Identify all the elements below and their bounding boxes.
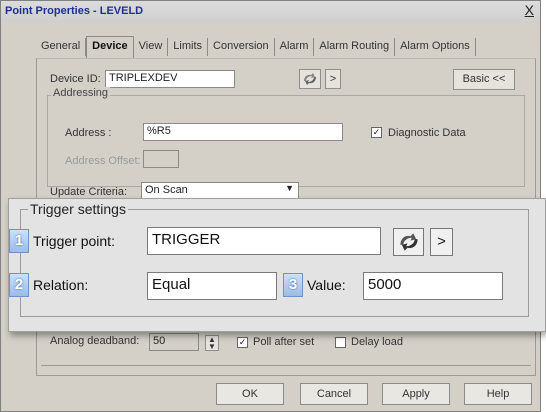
spinner-icon[interactable]: ▲ ▼ (205, 335, 219, 351)
help-button[interactable]: Help (464, 383, 532, 405)
window-title: Point Properties - LEVELD (5, 5, 144, 17)
tab-alarm-routing[interactable]: Alarm Routing (314, 38, 396, 56)
device-id-field[interactable]: TRIPLEXDEV (105, 70, 235, 88)
step-badge-1: 1 (9, 229, 29, 253)
delay-load-label: Delay load (351, 336, 403, 348)
tab-strip: General Device View Limits Conversion Al… (36, 36, 476, 58)
trigger-point-browse-button[interactable]: > (430, 228, 453, 256)
value-label: Value: (307, 277, 346, 293)
tab-alarm-options[interactable]: Alarm Options (395, 38, 476, 56)
ok-button[interactable]: OK (216, 383, 284, 405)
divider (41, 365, 531, 366)
update-criteria-value: On Scan (145, 184, 188, 196)
address-offset-label: Address Offset: (65, 155, 141, 167)
poll-after-set-checkbox[interactable]: ✓ (237, 337, 248, 348)
relation-select[interactable]: Equal (147, 272, 277, 300)
apply-button[interactable]: Apply (382, 383, 450, 405)
poll-after-set-label: Poll after set (253, 336, 315, 348)
diagnostic-data-checkbox[interactable]: ✓ (371, 127, 382, 138)
trigger-settings-title: Trigger settings (28, 201, 128, 217)
relation-value: Equal (152, 276, 191, 293)
basic-toggle-button[interactable]: Basic << (453, 69, 515, 90)
address-offset-field[interactable] (143, 150, 179, 168)
tag-browser-icon[interactable] (393, 228, 424, 256)
addressing-group-title: Addressing (51, 87, 111, 99)
tag-browser-icon[interactable] (299, 69, 321, 89)
step-badge-3: 3 (283, 273, 303, 297)
tab-general[interactable]: General (36, 38, 87, 56)
delay-load-checkbox[interactable] (335, 337, 346, 348)
device-browse-button[interactable]: > (325, 69, 341, 89)
analog-deadband-field[interactable]: 50 (149, 333, 199, 351)
checkmark-icon: ✓ (372, 127, 381, 137)
trigger-settings-callout: Trigger settings 1 Trigger point: TRIGGE… (8, 198, 546, 332)
update-criteria-label: Update Criteria: (50, 186, 128, 198)
device-id-label: Device ID: (50, 73, 101, 85)
relation-label: Relation: (33, 277, 89, 293)
checkmark-icon: ✓ (238, 337, 247, 347)
addressing-group (47, 95, 525, 187)
value-field[interactable]: 5000 (363, 272, 503, 300)
close-icon[interactable]: X (525, 2, 534, 18)
tab-conversion[interactable]: Conversion (208, 38, 275, 56)
tab-limits[interactable]: Limits (168, 38, 209, 56)
diagnostic-data-label: Diagnostic Data (388, 127, 466, 139)
trigger-point-field[interactable]: TRIGGER (147, 227, 381, 255)
title-bar: Point Properties - LEVELD X (1, 1, 540, 22)
step-badge-2: 2 (9, 273, 29, 297)
address-field[interactable]: %R5 (143, 123, 343, 141)
cancel-button[interactable]: Cancel (300, 383, 368, 405)
tab-device[interactable]: Device (86, 36, 134, 58)
analog-deadband-label: Analog deadband: (50, 335, 140, 347)
tab-alarm[interactable]: Alarm (275, 38, 315, 56)
trigger-settings-group (20, 209, 529, 317)
address-label: Address : (65, 127, 112, 139)
chevron-down-icon: ▼ (285, 183, 294, 193)
tab-view[interactable]: View (134, 38, 169, 56)
trigger-point-label: Trigger point: (33, 233, 115, 249)
